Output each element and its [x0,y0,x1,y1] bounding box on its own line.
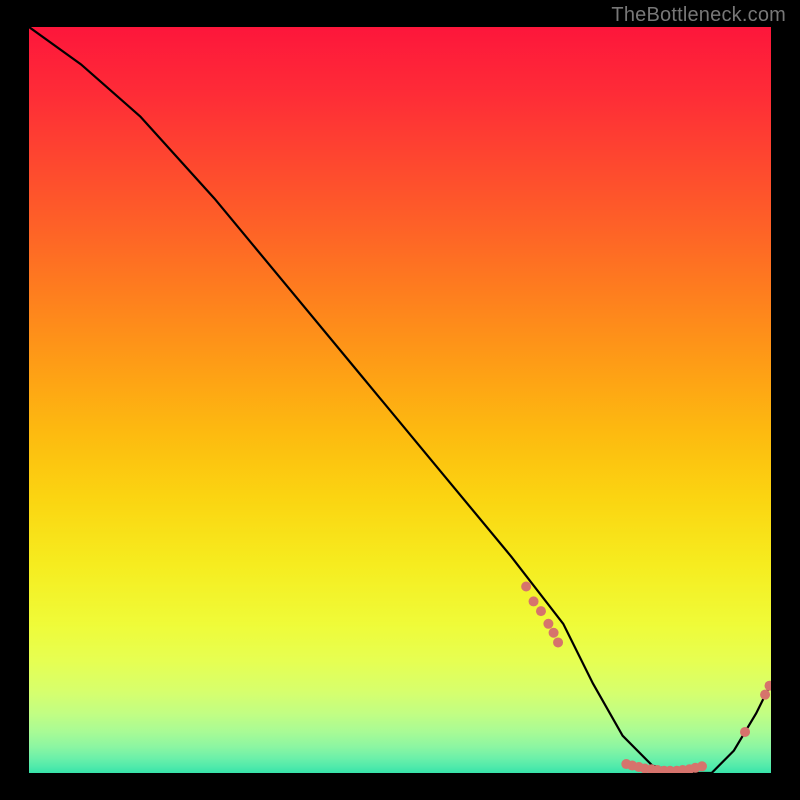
plot-area [29,27,771,773]
chart-container: TheBottleneck.com [0,0,800,800]
highlight-dot [697,761,707,771]
highlight-dot [553,637,563,647]
highlight-dot [549,628,559,638]
highlight-dot [529,596,539,606]
chart-svg [29,27,771,773]
watermark-text: TheBottleneck.com [611,4,786,27]
highlight-dot [760,690,770,700]
highlight-dot [521,582,531,592]
highlight-dot [740,727,750,737]
highlight-dot [536,606,546,616]
gradient-background [29,27,771,773]
highlight-dot [543,619,553,629]
